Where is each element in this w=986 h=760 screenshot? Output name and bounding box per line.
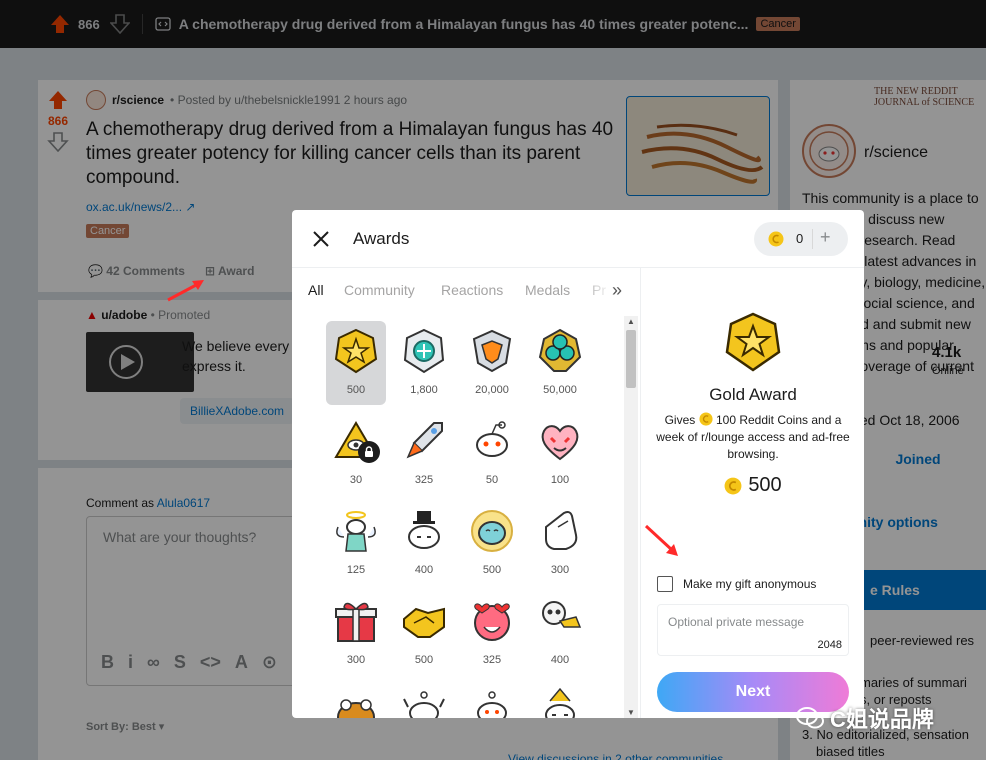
watermark-text: C姐说品牌: [830, 707, 934, 732]
award-price: 325: [482, 654, 502, 666]
blessed-ghost-icon: [468, 507, 516, 555]
annotation-arrow-icon: [167, 280, 204, 302]
award-option[interactable]: 20,000: [462, 321, 522, 405]
snoo-cheer-icon: [468, 687, 516, 718]
tophat-snoo-icon: [400, 507, 448, 555]
award-option[interactable]: [530, 681, 590, 718]
snoo-party-icon: [536, 687, 584, 718]
award-price: 500: [482, 564, 502, 576]
award-price: 100: [550, 474, 570, 486]
wechat-icon: [796, 707, 824, 729]
anonymous-checkbox[interactable]: Make my gift anonymous: [657, 576, 816, 592]
tabs-fade: [582, 268, 612, 314]
award-option[interactable]: 500: [462, 501, 522, 585]
buy-coins-button[interactable]: +: [820, 227, 831, 248]
award-price: 1,800: [410, 384, 438, 396]
heart-eyes-icon: [536, 417, 584, 465]
handshake-icon: [400, 597, 448, 645]
rocket-like-icon: [400, 417, 448, 465]
award-option[interactable]: 50,000: [530, 321, 590, 405]
close-icon[interactable]: [310, 228, 332, 250]
award-option[interactable]: [326, 681, 386, 718]
gold-award-icon: [725, 312, 781, 372]
award-price: 20,000: [475, 384, 509, 396]
award-option[interactable]: 100: [530, 411, 590, 495]
tab-medals[interactable]: Medals: [525, 282, 570, 298]
awards-modal: Awards 0 + All Community Reactions Medal…: [292, 210, 864, 718]
character-limit: 2048: [817, 639, 842, 651]
award-price: 400: [414, 564, 434, 576]
platinum-award-icon: [400, 327, 448, 375]
skull-trumpet-icon: [536, 597, 584, 645]
award-detail-pane: Gold Award Gives 100 Reddit Coins and a …: [640, 268, 864, 718]
award-desc-prefix: Gives: [664, 413, 696, 427]
snoo-arms-icon: [400, 687, 448, 718]
award-price: 30: [349, 474, 363, 486]
scroll-down-icon[interactable]: ▼: [627, 708, 635, 717]
anonymous-label: Make my gift anonymous: [683, 577, 817, 591]
annotation-arrow-icon: [644, 524, 678, 556]
pointing-hand-icon: [536, 507, 584, 555]
award-price: 125: [346, 564, 366, 576]
award-option[interactable]: 50: [462, 411, 522, 495]
chevron-right-icon[interactable]: »: [612, 280, 622, 301]
award-option[interactable]: 400: [530, 591, 590, 675]
award-option[interactable]: 1,800: [394, 321, 454, 405]
award-option[interactable]: 300: [326, 591, 386, 675]
coin-balance: 0 +: [754, 222, 848, 256]
award-price: 50: [485, 474, 499, 486]
award-tabs: All Community Reactions Medals Pr »: [292, 268, 640, 314]
award-description: Gives 100 Reddit Coins and a week of r/l…: [655, 412, 851, 463]
award-price: 500: [414, 654, 434, 666]
coin-icon: [724, 477, 742, 494]
ternion-award-icon: [468, 327, 516, 375]
lock-icon: [358, 441, 380, 463]
checkbox[interactable]: [657, 576, 673, 592]
award-option[interactable]: 325: [462, 591, 522, 675]
scrollbar[interactable]: ▲ ▼: [624, 316, 638, 718]
award-price-value: 500: [748, 474, 782, 496]
award-option[interactable]: [394, 681, 454, 718]
scrollbar-thumb[interactable]: [626, 330, 636, 388]
award-option[interactable]: [462, 681, 522, 718]
coin-icon: [699, 412, 713, 426]
award-option[interactable]: 125: [326, 501, 386, 585]
award-price: 400: [550, 654, 570, 666]
angel-snoo-icon: [332, 507, 380, 555]
coin-count: 0: [796, 231, 804, 246]
award-price: 50,000: [543, 384, 577, 396]
tab-reactions[interactable]: Reactions: [441, 282, 503, 298]
argentium-award-icon: [536, 327, 584, 375]
award-option[interactable]: 400: [394, 501, 454, 585]
award-grid: 500 1,800 20,000 50,000 30 325 50 100 125 400 500 3…: [322, 316, 612, 718]
award-price: 500: [346, 384, 366, 396]
award-option[interactable]: 500: [326, 321, 386, 405]
gold-award-icon: [332, 327, 380, 375]
heart-face-icon: [468, 597, 516, 645]
award-price: 325: [414, 474, 434, 486]
modal-title: Awards: [353, 229, 410, 248]
coin-icon: [768, 231, 784, 247]
snoo-award-icon: [468, 417, 516, 465]
award-option[interactable]: 325: [394, 411, 454, 495]
award-option[interactable]: 300: [530, 501, 590, 585]
tab-community[interactable]: Community: [344, 282, 415, 298]
watermark: C姐说品牌: [796, 702, 934, 734]
award-name: Gold Award: [709, 385, 797, 404]
tab-all[interactable]: All: [308, 282, 324, 298]
award-price: 300: [346, 654, 366, 666]
frog-award-icon: [332, 687, 380, 718]
modal-header: Awards 0 +: [292, 210, 864, 268]
award-option[interactable]: 30: [326, 411, 386, 495]
award-price: 300: [550, 564, 570, 576]
private-message-input[interactable]: Optional private message 2048: [657, 604, 849, 656]
scroll-up-icon[interactable]: ▲: [627, 317, 635, 326]
gift-box-icon: [332, 597, 380, 645]
award-price: 500: [641, 474, 864, 497]
message-placeholder: Optional private message: [668, 615, 805, 629]
divider: [812, 229, 813, 249]
award-option[interactable]: 500: [394, 591, 454, 675]
